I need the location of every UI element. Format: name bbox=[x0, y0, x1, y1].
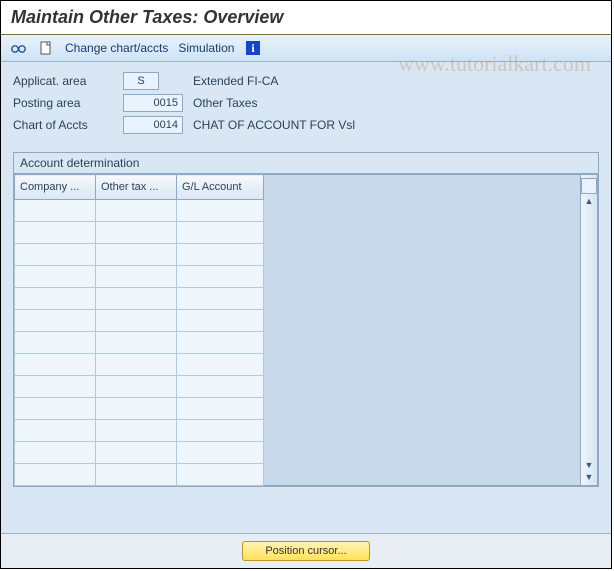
table-cell[interactable] bbox=[177, 420, 264, 442]
table-cell[interactable] bbox=[15, 310, 96, 332]
toolbar: Change chart/accts Simulation i bbox=[1, 35, 611, 62]
table-cell[interactable] bbox=[15, 244, 96, 266]
table-row[interactable] bbox=[15, 332, 264, 354]
table-row[interactable] bbox=[15, 354, 264, 376]
simulation-button[interactable]: Simulation bbox=[178, 41, 234, 55]
table-cell[interactable] bbox=[15, 332, 96, 354]
table-cell[interactable] bbox=[177, 442, 264, 464]
table-cell[interactable] bbox=[177, 464, 264, 486]
page-title: Maintain Other Taxes: Overview bbox=[1, 1, 611, 34]
table-cell[interactable] bbox=[96, 442, 177, 464]
table-cell[interactable] bbox=[15, 288, 96, 310]
table-cell[interactable] bbox=[15, 222, 96, 244]
table-row[interactable] bbox=[15, 464, 264, 486]
table-cell[interactable] bbox=[15, 266, 96, 288]
account-determination-panel: Account determination Company ... Other … bbox=[13, 152, 599, 487]
table-cell[interactable] bbox=[96, 354, 177, 376]
table-cell[interactable] bbox=[177, 354, 264, 376]
table-cell[interactable] bbox=[177, 200, 264, 222]
scroll-down-icon[interactable]: ▼ bbox=[585, 460, 594, 470]
change-chart-accts-button[interactable]: Change chart/accts bbox=[65, 41, 168, 55]
table-row[interactable] bbox=[15, 376, 264, 398]
posting-area-label: Posting area bbox=[13, 94, 113, 112]
table-cell[interactable] bbox=[177, 222, 264, 244]
scroll-down2-icon[interactable]: ▼ bbox=[585, 472, 594, 482]
table-cell[interactable] bbox=[96, 398, 177, 420]
table-cell[interactable] bbox=[96, 288, 177, 310]
table-cell[interactable] bbox=[15, 354, 96, 376]
table-row[interactable] bbox=[15, 288, 264, 310]
table-cell[interactable] bbox=[96, 244, 177, 266]
table-cell[interactable] bbox=[96, 222, 177, 244]
table-row[interactable] bbox=[15, 244, 264, 266]
table-row[interactable] bbox=[15, 442, 264, 464]
col-company[interactable]: Company ... bbox=[15, 175, 96, 200]
table-row[interactable] bbox=[15, 310, 264, 332]
scroll-corner bbox=[581, 178, 597, 194]
table-cell[interactable] bbox=[15, 420, 96, 442]
table-cell[interactable] bbox=[96, 464, 177, 486]
chart-of-accts-input[interactable]: 0014 bbox=[123, 116, 183, 134]
applicat-area-label: Applicat. area bbox=[13, 72, 113, 90]
table-cell[interactable] bbox=[15, 376, 96, 398]
footer: Position cursor... bbox=[1, 533, 611, 568]
applicat-area-desc: Extended FI-CA bbox=[193, 72, 453, 90]
posting-area-input[interactable]: 0015 bbox=[123, 94, 183, 112]
table-row[interactable] bbox=[15, 266, 264, 288]
applicat-area-input[interactable]: S bbox=[123, 72, 159, 90]
header-fields: Applicat. area S Extended FI-CA Posting … bbox=[13, 72, 599, 134]
table-cell[interactable] bbox=[15, 464, 96, 486]
table-row[interactable] bbox=[15, 222, 264, 244]
scroll-up-icon[interactable]: ▲ bbox=[585, 196, 594, 206]
table-cell[interactable] bbox=[15, 398, 96, 420]
table-cell[interactable] bbox=[177, 266, 264, 288]
table-row[interactable] bbox=[15, 398, 264, 420]
panel-title: Account determination bbox=[14, 153, 598, 174]
table-row[interactable] bbox=[15, 420, 264, 442]
table-cell[interactable] bbox=[177, 376, 264, 398]
glasses-icon[interactable] bbox=[9, 39, 27, 57]
new-page-icon[interactable] bbox=[37, 39, 55, 57]
table-cell[interactable] bbox=[96, 332, 177, 354]
table-row[interactable] bbox=[15, 200, 264, 222]
table-cell[interactable] bbox=[15, 200, 96, 222]
table-cell[interactable] bbox=[96, 420, 177, 442]
table-filler bbox=[264, 174, 580, 486]
col-other-tax[interactable]: Other tax ... bbox=[96, 175, 177, 200]
account-determination-table[interactable]: Company ... Other tax ... G/L Account bbox=[14, 174, 264, 486]
table-cell[interactable] bbox=[177, 310, 264, 332]
table-cell[interactable] bbox=[177, 332, 264, 354]
info-icon[interactable]: i bbox=[244, 39, 262, 57]
vertical-scrollbar[interactable]: ▲ ▼ ▼ bbox=[580, 174, 598, 486]
position-cursor-button[interactable]: Position cursor... bbox=[242, 541, 369, 561]
table-cell[interactable] bbox=[96, 310, 177, 332]
table-cell[interactable] bbox=[177, 244, 264, 266]
posting-area-desc: Other Taxes bbox=[193, 94, 453, 112]
chart-of-accts-label: Chart of Accts bbox=[13, 116, 113, 134]
table-cell[interactable] bbox=[96, 200, 177, 222]
col-gl-account[interactable]: G/L Account bbox=[177, 175, 264, 200]
table-cell[interactable] bbox=[15, 442, 96, 464]
table-cell[interactable] bbox=[177, 398, 264, 420]
table-cell[interactable] bbox=[96, 266, 177, 288]
chart-of-accts-desc: CHAT OF ACCOUNT FOR Vsl bbox=[193, 116, 453, 134]
table-cell[interactable] bbox=[177, 288, 264, 310]
table-cell[interactable] bbox=[96, 376, 177, 398]
